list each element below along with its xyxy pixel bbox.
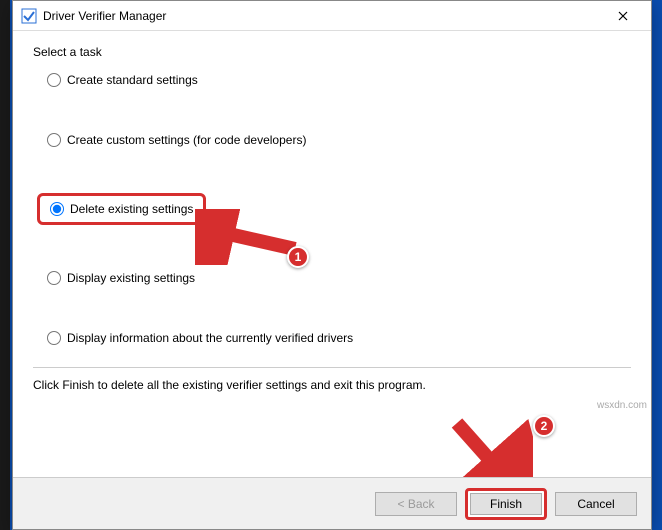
content-area: Select a task Create standard settings C… (13, 31, 651, 477)
radio-delete-existing[interactable] (50, 202, 64, 216)
close-button[interactable] (603, 2, 643, 30)
app-icon (21, 8, 37, 24)
button-label: Cancel (577, 497, 614, 511)
option-delete-existing[interactable]: Delete existing settings (50, 202, 193, 216)
window-title: Driver Verifier Manager (43, 9, 603, 23)
desktop-taskbar-edge (0, 0, 10, 530)
option-label: Display information about the currently … (67, 331, 353, 345)
highlight-delete-existing: Delete existing settings (37, 193, 206, 225)
cancel-button[interactable]: Cancel (555, 492, 637, 516)
button-row: < Back Finish Cancel (13, 477, 651, 529)
option-label: Create standard settings (67, 73, 198, 87)
separator (33, 367, 631, 368)
options-group: Create standard settings Create custom s… (33, 73, 631, 345)
option-label: Create custom settings (for code develop… (67, 133, 306, 147)
task-label: Select a task (33, 45, 631, 59)
button-label: Finish (490, 497, 522, 511)
radio-create-standard[interactable] (47, 73, 61, 87)
titlebar: Driver Verifier Manager (13, 1, 651, 31)
option-label: Display existing settings (67, 271, 195, 285)
option-display-info[interactable]: Display information about the currently … (47, 331, 631, 345)
radio-create-custom[interactable] (47, 133, 61, 147)
finish-button[interactable]: Finish (465, 488, 547, 520)
radio-display-existing[interactable] (47, 271, 61, 285)
option-create-custom[interactable]: Create custom settings (for code develop… (47, 133, 631, 147)
driver-verifier-window: Driver Verifier Manager Select a task Cr… (12, 0, 652, 530)
option-label: Delete existing settings (70, 202, 193, 216)
watermark: wsxdn.com (597, 400, 647, 411)
option-create-standard[interactable]: Create standard settings (47, 73, 631, 87)
close-icon (618, 11, 628, 21)
annotation-badge-2: 2 (533, 415, 555, 437)
radio-display-info[interactable] (47, 331, 61, 345)
back-button: < Back (375, 492, 457, 516)
option-display-existing[interactable]: Display existing settings (47, 271, 631, 285)
button-label: < Back (397, 497, 434, 511)
instruction-text: Click Finish to delete all the existing … (33, 378, 631, 392)
